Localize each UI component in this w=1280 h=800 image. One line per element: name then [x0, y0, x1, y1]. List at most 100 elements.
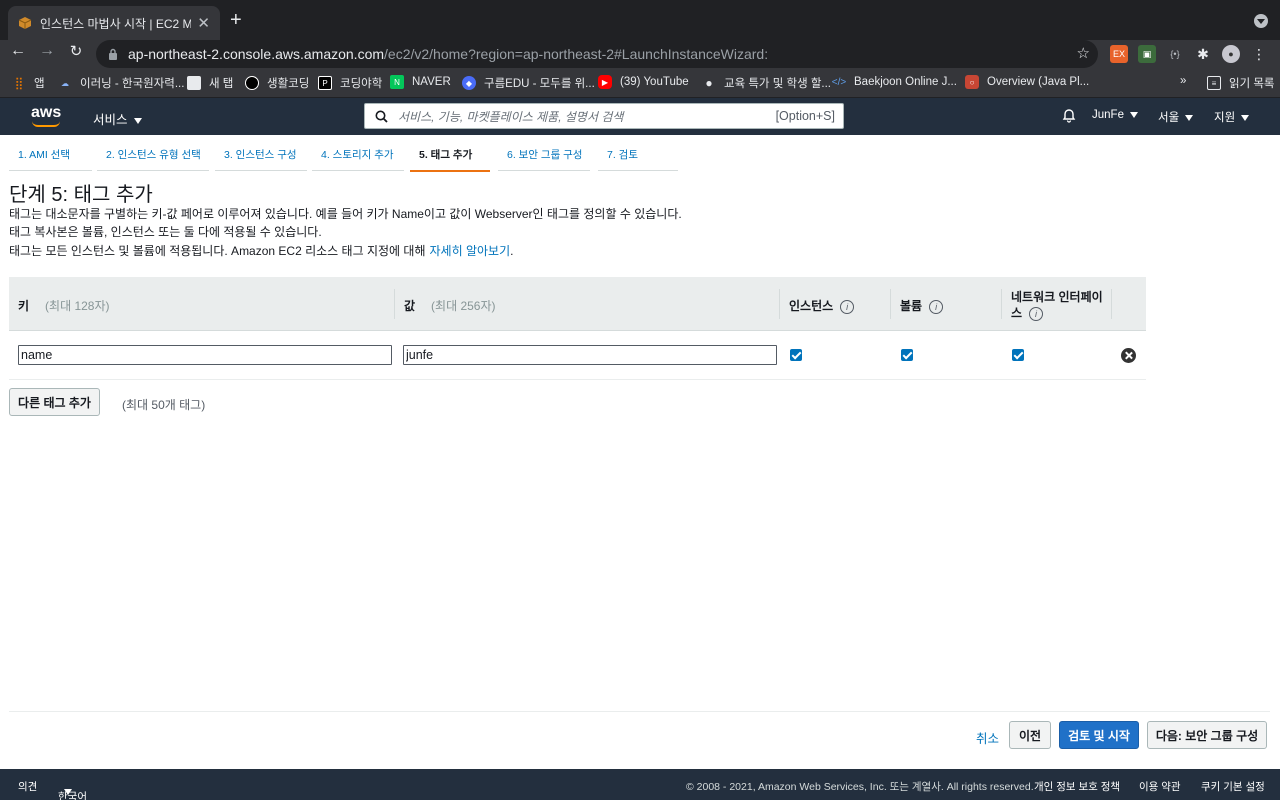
bookmark-star-icon[interactable]: ☆ — [1077, 44, 1090, 62]
key-column-header: 키 (최대 128자) — [18, 299, 110, 313]
url-path: /ec2/v2/home?region=ap-northeast-2#Launc… — [384, 46, 769, 62]
extension-green-icon[interactable]: ▣ — [1138, 45, 1156, 63]
bookmark-apps[interactable]: ⣿ 앱 — [12, 75, 45, 91]
step-security-group[interactable]: 6. 보안 그룹 구성 — [498, 147, 590, 171]
divider — [9, 711, 1270, 712]
support-menu[interactable]: 지원 — [1214, 109, 1250, 125]
step-ami[interactable]: 1. AMI 선택 — [9, 147, 92, 171]
add-another-tag-button[interactable]: 다른 태그 추가 — [9, 388, 100, 416]
search-shortcut: [Option+S] — [775, 109, 835, 123]
network-interfaces-checkbox[interactable] — [1012, 349, 1024, 361]
step-review[interactable]: 7. 검토 — [598, 147, 678, 171]
step-instance-type[interactable]: 2. 인스턴스 유형 선택 — [97, 147, 209, 171]
extension-ex-icon[interactable]: EX — [1110, 45, 1128, 63]
column-divider — [779, 289, 780, 319]
feedback-link[interactable]: 의견 — [18, 779, 37, 794]
aws-box-icon — [18, 17, 32, 29]
aws-search-box[interactable]: 서비스, 기능, 마켓플레이스 제품, 설명서 검색 [Option+S] — [364, 103, 844, 129]
info-icon[interactable]: i — [840, 299, 855, 314]
next-security-group-button[interactable]: 다음: 보안 그룹 구성 — [1147, 721, 1267, 749]
bookmark-opentutorials[interactable]: 생활코딩 — [245, 75, 309, 91]
browser-toolbar: ← → ↻ ap-northeast-2.console.aws.amazon.… — [0, 40, 1280, 68]
caret-down-icon — [1241, 114, 1250, 121]
search-icon — [375, 110, 388, 123]
new-tab-icon[interactable]: + — [230, 10, 242, 30]
column-divider — [890, 289, 891, 319]
naver-icon: N — [390, 75, 404, 89]
browser-tab[interactable]: 인스턴스 마법사 시작 | EC2 Manag ✕ — [8, 6, 220, 40]
reload-icon[interactable]: ↻ — [64, 42, 88, 60]
reading-list[interactable]: ≡ 읽기 목록 — [1207, 75, 1275, 91]
back-arrow-icon[interactable]: ← — [6, 42, 30, 60]
bookmark-naver[interactable]: N NAVER — [390, 75, 451, 89]
code-brackets-icon: </> — [831, 76, 847, 88]
previous-button[interactable]: 이전 — [1009, 721, 1051, 749]
step-tags[interactable]: 5. 태그 추가 — [410, 147, 490, 172]
page-title: 단계 5: 태그 추가 — [9, 184, 153, 206]
bookmark-baekjoon[interactable]: </> Baekjoon Online J... — [832, 75, 957, 89]
wizard-steps: 1. AMI 선택 2. 인스턴스 유형 선택 3. 인스턴스 구성 4. 스토… — [0, 135, 1280, 172]
apps-grid-icon: ⣿ — [14, 76, 24, 90]
tab-title: 인스턴스 마법사 시작 | EC2 Manag — [40, 16, 192, 31]
remove-tag-icon[interactable] — [1121, 348, 1136, 363]
bookmark-youtube[interactable]: ▶ (39) YouTube — [598, 75, 689, 89]
profile-avatar-icon[interactable]: ● — [1222, 45, 1240, 63]
search-placeholder: 서비스, 기능, 마켓플레이스 제품, 설명서 검색 — [398, 109, 624, 124]
url-host: ap-northeast-2.console.aws.amazon.com — [128, 46, 385, 62]
extensions-puzzle-icon[interactable]: ✱ — [1194, 45, 1212, 63]
address-bar[interactable]: ap-northeast-2.console.aws.amazon.com/ec… — [96, 40, 1098, 68]
terms-link[interactable]: 이용 약관 — [1139, 779, 1181, 794]
user-menu[interactable]: JunFe — [1092, 109, 1138, 121]
footer: 의견 한국어 © 2008 - 2021, Amazon Web Service… — [0, 769, 1280, 800]
aws-smile-icon — [32, 121, 60, 127]
review-and-launch-button[interactable]: 검토 및 시작 — [1059, 721, 1139, 749]
caret-down-icon — [1129, 111, 1138, 118]
copyright: © 2008 - 2021, Amazon Web Services, Inc.… — [686, 781, 1034, 793]
info-icon[interactable]: i — [1029, 306, 1044, 321]
caret-down-icon — [64, 789, 72, 795]
network-column-header: 네트워크 인터페이 스 i — [1011, 290, 1103, 321]
aws-logo[interactable]: aws — [31, 104, 63, 128]
caret-down-icon — [1185, 114, 1194, 121]
youtube-icon: ▶ — [598, 75, 612, 89]
tab-search-icon[interactable] — [1254, 14, 1268, 28]
bell-icon[interactable] — [1061, 107, 1077, 126]
p-logo-icon: P — [318, 76, 332, 90]
step-configure[interactable]: 3. 인스턴스 구성 — [215, 147, 307, 171]
table-row — [9, 331, 1146, 380]
column-divider — [394, 289, 395, 319]
lock-icon — [109, 48, 117, 60]
cookie-preferences-link[interactable]: 쿠키 기본 설정 — [1201, 779, 1265, 794]
extension-code-icon[interactable]: {•} — [1166, 45, 1184, 63]
bookmarks-bar: ⣿ 앱 ☁ 이러닝 - 한국원자력... 새 탭 생활코딩 P 코딩야학 N NAVER… — [0, 68, 1280, 98]
region-menu[interactable]: 서울 — [1158, 109, 1194, 125]
tag-value-input[interactable] — [403, 345, 777, 365]
forward-arrow-icon[interactable]: → — [35, 42, 59, 60]
bookmark-elearning[interactable]: ☁ 이러닝 - 한국원자력... — [58, 75, 184, 91]
page-icon — [187, 76, 201, 90]
volumes-column-header: 볼륨 i — [900, 297, 944, 314]
oracle-icon: ○ — [965, 75, 979, 89]
instances-checkbox[interactable] — [790, 349, 802, 361]
bookmark-goorm[interactable]: ◆ 구름EDU - 모두를 위... — [462, 75, 595, 91]
step-storage[interactable]: 4. 스토리지 추가 — [312, 147, 404, 171]
learn-more-link[interactable]: 자세히 알아보기 — [430, 244, 511, 258]
description-line-2: 태그 복사본은 볼륨, 인스턴스 또는 둘 다에 적용될 수 있습니다. — [9, 225, 322, 239]
privacy-link[interactable]: 개인 정보 보호 정책 — [1034, 779, 1120, 794]
column-divider — [1001, 289, 1002, 319]
browser-menu-icon[interactable]: ⋮ — [1250, 45, 1268, 63]
bookmarks-more-icon[interactable]: » — [1180, 75, 1186, 87]
apple-icon: ● — [705, 76, 713, 90]
tag-key-input[interactable] — [18, 345, 392, 365]
bookmark-apple-edu[interactable]: ● 교육 특가 및 학생 할... — [702, 75, 831, 91]
info-icon[interactable]: i — [929, 299, 944, 314]
close-tab-icon[interactable]: ✕ — [197, 14, 210, 32]
cancel-link[interactable]: 취소 — [976, 728, 999, 747]
bookmark-new-tab[interactable]: 새 탭 — [187, 75, 233, 91]
bookmark-codingyahak[interactable]: P 코딩야학 — [318, 75, 382, 91]
bookmark-java-docs[interactable]: ○ Overview (Java Pl... — [965, 75, 1089, 89]
reading-list-icon: ≡ — [1207, 76, 1221, 90]
services-menu[interactable]: 서비스 — [93, 109, 142, 128]
value-column-header: 값 (최대 256자) — [404, 299, 496, 313]
volumes-checkbox[interactable] — [901, 349, 913, 361]
